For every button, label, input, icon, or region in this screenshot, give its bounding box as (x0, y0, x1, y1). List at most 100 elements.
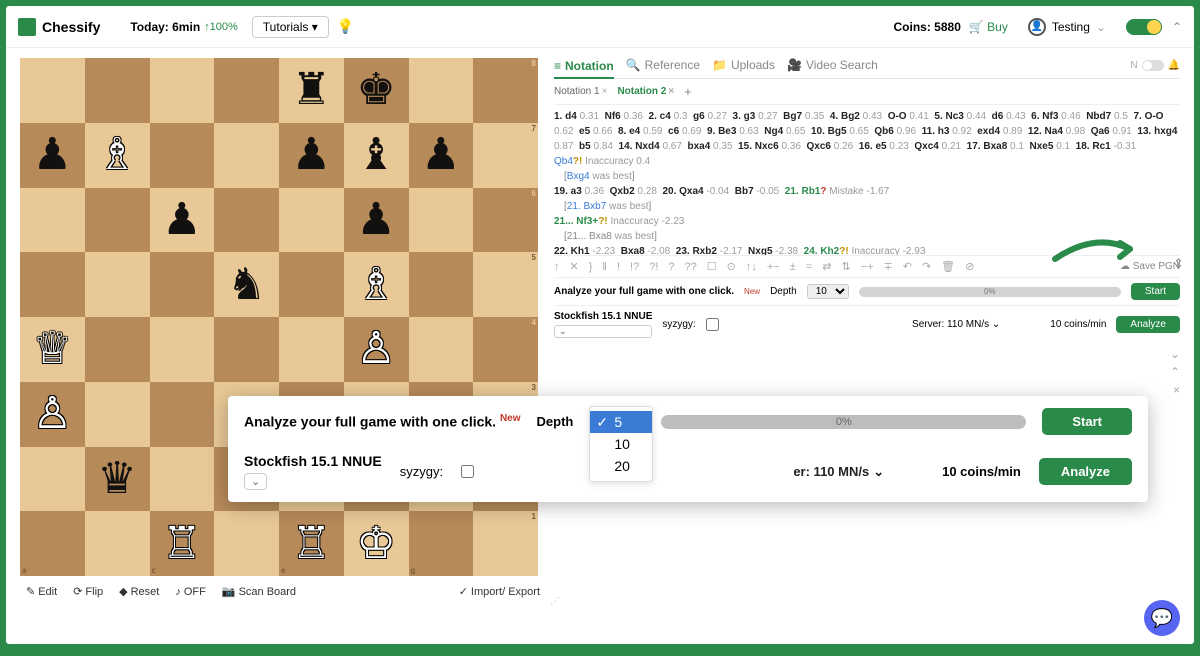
chat-fab[interactable]: 💬 (1144, 600, 1180, 636)
popup-syzygy-label: syzygy: (400, 464, 443, 479)
file-label: d (214, 565, 223, 576)
import-export-button[interactable]: ✓ Import/ Export (455, 582, 544, 601)
piece[interactable]: ♝ (344, 123, 409, 188)
buy-link[interactable]: 🛒 Buy (969, 20, 1008, 34)
engine-name-small: Stockfish 15.1 NNUE (554, 311, 652, 322)
depth-dropdown[interactable]: 51020 (589, 410, 645, 434)
depth-option[interactable]: 20 (590, 455, 652, 477)
resize-handle[interactable]: ⋰ (550, 596, 560, 606)
user-menu[interactable]: 👤 Testing ⌄ (1028, 18, 1106, 36)
cost-label-small: 10 coins/min (1050, 319, 1106, 330)
rank-label: 6 (530, 188, 538, 199)
sub-tab-notation-1[interactable]: Notation 1× (554, 86, 607, 97)
add-tab-button[interactable]: + (684, 84, 692, 99)
popup-engine-expand[interactable]: ⌄ (244, 473, 267, 490)
close-icon[interactable]: × (668, 86, 674, 97)
piece[interactable]: ♙ (344, 317, 409, 382)
annotation-button[interactable]: ± (790, 261, 796, 273)
close-icon[interactable]: × (602, 86, 608, 97)
piece[interactable]: ♟ (344, 188, 409, 253)
annotation-button[interactable]: ? (668, 261, 674, 273)
chevron-up-icon[interactable]: ⌃ (1170, 365, 1180, 379)
brand-logo[interactable]: Chessify (18, 18, 100, 36)
piece[interactable]: ♟ (20, 123, 85, 188)
piece[interactable]: ♗ (344, 252, 409, 317)
annotation-button[interactable]: ✕ (570, 260, 579, 273)
annotation-button[interactable]: ↑↓ (746, 261, 757, 273)
piece[interactable]: ♔ (344, 511, 409, 576)
collapse-icon[interactable]: ⌃ (1172, 20, 1182, 34)
server-label-small[interactable]: Server: 110 MN/s ⌄ (912, 319, 1000, 330)
piece[interactable]: ♜ (279, 58, 344, 123)
annotation-button[interactable]: ?? (685, 261, 697, 273)
piece[interactable]: ♟ (279, 123, 344, 188)
tab-video-search[interactable]: 🎥 Video Search (787, 58, 878, 72)
move-list[interactable]: 1. d4 0.31 Nf6 0.36 2. c4 0.3 g6 0.27 3.… (554, 105, 1180, 255)
piece[interactable]: ♗ (85, 123, 150, 188)
start-button-small[interactable]: Start (1131, 283, 1180, 300)
theme-toggle[interactable] (1126, 19, 1162, 35)
depth-option[interactable]: 5 (590, 411, 652, 433)
expand-icon[interactable]: ⇕ (1173, 256, 1184, 272)
tab-notation[interactable]: ≡ Notation (554, 59, 614, 79)
popup-start-button[interactable]: Start (1042, 408, 1132, 435)
annotation-button[interactable]: ⇄ (822, 260, 831, 273)
engine-bar-small: Stockfish 15.1 NNUE ⌄ syzygy: Server: 11… (554, 305, 1180, 343)
flip-button[interactable]: ⟳ Flip (69, 582, 107, 601)
depth-dropdown-menu: 51020 (589, 406, 653, 482)
annotation-button[interactable]: ! (617, 261, 620, 273)
piece[interactable]: ♙ (20, 382, 85, 447)
annotation-button[interactable]: −+ (861, 261, 874, 273)
annotation-button[interactable]: ⊘ (965, 260, 974, 273)
close-icon[interactable]: × (1173, 383, 1180, 397)
annotation-button[interactable]: !? (630, 261, 639, 273)
sub-tab-notation-2[interactable]: Notation 2× (617, 86, 674, 97)
chevron-down-icon[interactable]: ⌄ (1170, 347, 1180, 361)
sound-off-button[interactable]: ♪ OFF (171, 583, 210, 601)
annotation-button[interactable]: ☐ (707, 260, 717, 273)
annotation-button[interactable]: ↶ (903, 260, 912, 273)
annotation-button[interactable]: ⇅ (841, 260, 850, 273)
piece[interactable]: ♕ (20, 317, 85, 382)
file-label: a (20, 565, 28, 576)
annotation-button[interactable]: 🗑 (941, 260, 955, 273)
notation-sub-tabs: Notation 1× Notation 2× + (554, 79, 1180, 105)
annotation-button[interactable]: ↑ (554, 261, 560, 273)
popup-server-select[interactable]: er: 110 MN/s ⌄ (793, 464, 884, 480)
annotation-button[interactable]: ∓ (884, 260, 893, 273)
piece[interactable]: ♟ (150, 188, 215, 253)
piece[interactable]: ♛ (85, 447, 150, 512)
hint-icon[interactable]: 💡 (337, 18, 354, 35)
popup-syzygy-checkbox[interactable] (461, 465, 474, 478)
piece[interactable]: ♖ (150, 511, 215, 576)
annotation-button[interactable]: +− (767, 261, 780, 273)
tutorials-button[interactable]: Tutorials ▾ (252, 16, 329, 38)
engine-expand-small[interactable]: ⌄ (554, 325, 652, 338)
depth-option[interactable]: 10 (590, 433, 652, 455)
reset-button[interactable]: ◆ Reset (115, 582, 163, 601)
popup-analyze-button[interactable]: Analyze (1039, 458, 1132, 485)
annotation-button[interactable]: ?! (649, 261, 658, 273)
syzygy-checkbox-small[interactable] (706, 318, 719, 331)
annotation-button[interactable]: ‖ (602, 261, 607, 273)
annotation-button[interactable]: ⊙ (727, 260, 736, 273)
n-toggle[interactable]: N🔔 (1130, 60, 1180, 71)
annotation-button[interactable]: = (806, 261, 812, 273)
file-label: g (409, 565, 418, 576)
analyze-button-small[interactable]: Analyze (1116, 316, 1180, 333)
tab-reference[interactable]: 🔍 Reference (626, 58, 700, 72)
annotation-button[interactable]: } (589, 261, 593, 273)
annotation-button[interactable]: ↷ (922, 260, 931, 273)
new-badge: New (744, 287, 760, 296)
tab-uploads[interactable]: 📁 Uploads (712, 58, 775, 72)
piece[interactable]: ♟ (409, 123, 474, 188)
piece[interactable]: ♞ (214, 252, 279, 317)
edit-button[interactable]: ✎ Edit (22, 582, 61, 601)
analysis-popup: Analyze your full game with one click. N… (228, 396, 1148, 502)
rank-label: 3 (530, 382, 538, 393)
piece[interactable]: ♚ (344, 58, 409, 123)
hint-arrow-icon (1050, 237, 1140, 267)
piece[interactable]: ♖ (279, 511, 344, 576)
depth-select-small[interactable]: 10 (807, 284, 849, 299)
scan-board-button[interactable]: 📷Scan Board (218, 582, 300, 601)
